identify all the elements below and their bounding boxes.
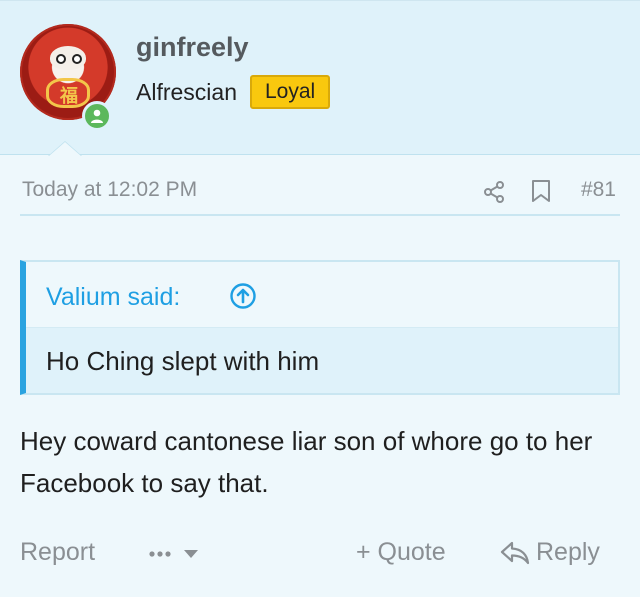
post-author-header: 福 ginfreely Alfrescian Loyal: [0, 0, 640, 155]
avatar-glyph: 福: [60, 86, 78, 106]
user-badge: Loyal: [250, 75, 331, 109]
report-button[interactable]: Report: [20, 538, 95, 567]
share-icon[interactable]: [482, 180, 506, 204]
post-timestamp[interactable]: Today at 12:02 PM: [22, 178, 197, 202]
post-actions: Report + Quote Reply: [0, 530, 640, 580]
reply-icon: [500, 541, 530, 564]
username-link[interactable]: ginfreely: [136, 32, 249, 63]
chevron-down-icon: [184, 550, 198, 558]
header-pointer: [48, 141, 82, 156]
arrow-up-circle-icon[interactable]: [229, 282, 257, 310]
avatar-eye: [56, 54, 66, 64]
quote-block: Valium said: Ho Ching slept with him: [20, 260, 620, 395]
online-status-icon: [82, 101, 112, 131]
post-message: Hey coward cantonese liar son of whore g…: [20, 426, 593, 498]
post-meta-bar: Today at 12:02 PM #81: [20, 168, 620, 216]
more-actions-button[interactable]: [148, 540, 208, 568]
quote-content: Ho Ching slept with him: [26, 328, 618, 393]
avatar-eye: [72, 54, 82, 64]
user-title: Alfrescian: [136, 79, 237, 105]
quote-text: Ho Ching slept with him: [46, 346, 320, 376]
quote-button[interactable]: + Quote: [356, 538, 446, 567]
reply-button[interactable]: Reply: [500, 538, 600, 567]
quote-author-link[interactable]: Valium said:: [46, 283, 180, 312]
post-number-link[interactable]: #81: [581, 178, 616, 202]
bookmark-icon[interactable]: [530, 179, 552, 203]
reply-label: Reply: [536, 538, 600, 566]
quote-attribution: Valium said:: [26, 262, 618, 328]
